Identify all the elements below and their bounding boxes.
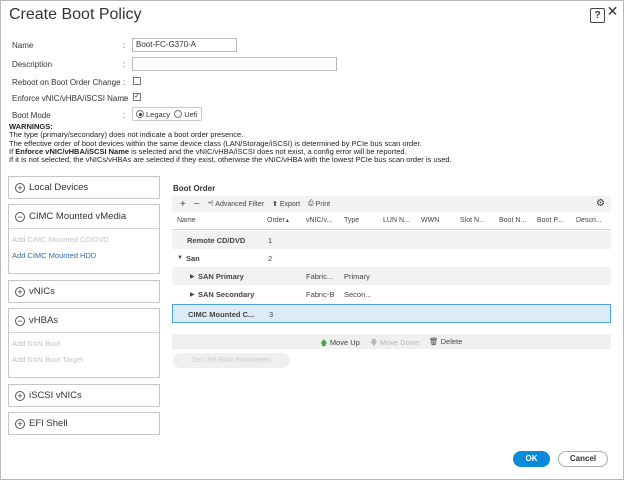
panel-title: CIMC Mounted vMedia [29,211,127,222]
column-header-wwn[interactable]: WWN [421,217,439,224]
collapse-caret-icon[interactable]: ▼ [177,255,183,261]
filter-icon: ⩤ [207,200,214,207]
create-boot-policy-dialog: Create Boot Policy ? ✕ Name : Boot-FC-G3… [0,0,624,480]
table-row[interactable]: Remote CD/DVD 1 [172,231,611,249]
column-header-boot-path[interactable]: Boot P... [537,217,563,224]
colon: : [123,94,126,103]
panel-efi-shell[interactable]: + EFI Shell [8,412,160,435]
add-san-boot-target-link[interactable]: Add SAN Boot Target [9,351,159,373]
panel-iscsi-vnics[interactable]: + iSCSI vNICs [8,384,160,407]
advanced-filter-button[interactable]: ⩤ Advanced Filter [208,200,264,208]
panel-cimc-mounted-vmedia: − CIMC Mounted vMedia Add CIMC Mounted CD… [8,204,160,274]
close-icon[interactable]: ✕ [605,4,620,20]
uefi-radio-label: Uefi [184,109,198,119]
boot-order-table-header: Name Order▲ vNIC/v... Type LUN N... WWN … [172,213,611,230]
reboot-checkbox[interactable] [133,77,141,85]
table-row[interactable]: ▶ SAN Secondary Fabric-B Secon... [172,285,611,303]
panel-header[interactable]: − vHBAs [9,309,159,333]
collapse-icon: − [15,315,25,326]
move-bar: 🡅 Move Up 🡇 Move Down 🗑 Delete [172,334,611,349]
add-cimc-hdd-link[interactable]: Add CIMC Mounted HDD [9,247,159,269]
arrow-up-icon: 🡅 [320,338,328,347]
legacy-radio[interactable] [136,110,144,118]
trash-icon: 🗑 [429,337,439,346]
expand-icon: + [15,286,25,297]
export-button[interactable]: ⬆ Export [271,200,300,209]
enforce-checkbox[interactable]: ✓ [133,93,141,101]
boot-mode-radio-group: Legacy Uefi [132,107,202,121]
cancel-button[interactable]: Cancel [558,451,608,467]
table-row-selected[interactable]: CIMC Mounted C... 3 [172,304,611,323]
column-header-type[interactable]: Type [344,217,359,224]
boot-order-toolbar: + − ⩤ Advanced Filter ⬆ Export ⎙ Print ⚙ [172,196,611,212]
checkmark-icon: ✓ [134,93,140,100]
enforce-label: Enforce vNIC/vHBA/iSCSI Name [12,94,129,103]
panel-vhbas: − vHBAs Add SAN Boot Add SAN Boot Target [8,308,160,378]
colon: : [123,41,126,50]
panel-title: iSCSI vNICs [29,390,82,401]
column-header-name[interactable]: Name [177,217,196,224]
gear-icon[interactable]: ⚙ [596,198,605,209]
export-icon: ⬆ [271,201,278,208]
expand-caret-icon[interactable]: ▶ [190,291,195,298]
expand-icon: + [15,390,25,401]
add-icon[interactable]: + [180,199,186,210]
description-label: Description [12,60,53,69]
colon: : [123,60,126,69]
remove-icon[interactable]: − [194,199,200,210]
legacy-radio-label: Legacy [146,109,171,119]
name-input[interactable]: Boot-FC-G370-A [132,38,237,52]
column-header-order[interactable]: Order▲ [267,217,290,224]
colon: : [123,78,126,87]
expand-caret-icon[interactable]: ▶ [190,273,195,280]
panel-local-devices[interactable]: + Local Devices [8,176,160,199]
table-row[interactable]: ▶ SAN Primary Fabric... Primary [172,267,611,285]
panel-header[interactable]: − CIMC Mounted vMedia [9,205,159,229]
add-san-boot-link[interactable]: Add SAN Boot [9,333,159,351]
panel-title: EFI Shell [29,418,68,429]
help-icon[interactable]: ? [590,8,605,23]
column-header-description[interactable]: Descri... [576,217,602,224]
add-cimc-cd-dvd-link[interactable]: Add CIMC Mounted CD/DVD [9,229,159,247]
warnings-block: WARNINGS: The type (primary/secondary) d… [9,122,452,165]
boot-mode-label: Boot Mode [12,111,51,120]
panel-title: vNICs [29,286,55,297]
delete-button[interactable]: 🗑 Delete [429,337,462,346]
boot-order-title: Boot Order [173,184,216,193]
set-uefi-boot-parameters-button[interactable]: Set Uefi Boot Parameters [173,353,290,368]
print-icon: ⎙ [308,200,314,207]
description-input[interactable] [132,57,337,71]
collapse-icon: − [15,211,25,222]
arrow-down-icon: 🡇 [370,338,378,347]
move-up-button[interactable]: 🡅 Move Up [320,337,360,350]
colon: : [123,111,126,120]
move-down-button[interactable]: 🡇 Move Down [370,337,419,350]
sort-asc-icon: ▲ [284,218,290,224]
expand-icon: + [15,418,25,429]
print-button[interactable]: ⎙ Print [308,200,330,208]
column-header-boot-name[interactable]: Boot N... [499,217,526,224]
panel-title: vHBAs [29,315,59,326]
ok-button[interactable]: OK [513,451,550,467]
reboot-label: Reboot on Boot Order Change [12,78,121,87]
expand-icon: + [15,182,25,193]
warning-line: If it is not selected, the vNICs/vHBAs a… [9,155,452,165]
column-header-lun[interactable]: LUN N... [383,217,410,224]
uefi-radio[interactable] [174,110,183,118]
table-row[interactable]: ▼ San 2 [172,249,611,267]
dialog-title: Create Boot Policy [9,6,142,23]
column-header-slot[interactable]: Slot N... [460,217,485,224]
panel-title: Local Devices [29,182,89,193]
name-label: Name [12,41,34,50]
column-header-vnic[interactable]: vNIC/v... [306,217,332,224]
panel-vnics[interactable]: + vNICs [8,280,160,303]
